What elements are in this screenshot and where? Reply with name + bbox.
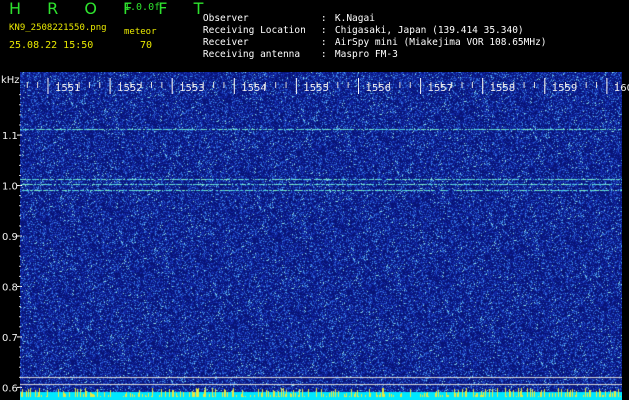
x-axis: 1551155215531554155515561557155815591600 (26, 78, 629, 94)
y-tick-label: 0.9 (2, 232, 18, 243)
header-bar: H R O F F T 1.0.0f KN9_2508221550.png me… (0, 0, 629, 72)
info-separator: : (320, 48, 327, 60)
y-axis: kHz 1.1 1.0 0.9 0.8 0.7 0.6 (1, 75, 22, 394)
info-value: Maspro FM-3 (334, 48, 398, 60)
y-tick-label: 0.6 (2, 383, 18, 394)
y-tick-label: 1.1 (2, 131, 18, 142)
app-version: 1.0.0f (124, 2, 161, 13)
spectrogram-panel: kHz 1.1 1.0 0.9 0.8 0.7 0.6 1551 1552 1553 1554 15… (0, 72, 629, 400)
info-label: Receiving antenna (202, 48, 301, 60)
mode-value: 70 (140, 40, 153, 51)
info-row-antenna: Receiving antenna: Maspro FM-3 (180, 40, 398, 69)
y-tick-label: 0.8 (2, 282, 18, 293)
spectrogram-axes: kHz 1.1 1.0 0.9 0.8 0.7 0.6 1551 1552 1553 1554 15… (1, 75, 629, 394)
x-tick-label: 1600 (614, 83, 629, 94)
y-tick-label: 1.0 (2, 182, 18, 193)
date-time: 25.08.22 15:50 (9, 40, 94, 51)
file-name: KN9_2508221550.png (9, 23, 107, 33)
y-tick-label: 0.7 (2, 333, 18, 344)
y-axis-unit: kHz (1, 75, 20, 86)
mode-label: meteor (124, 27, 157, 37)
